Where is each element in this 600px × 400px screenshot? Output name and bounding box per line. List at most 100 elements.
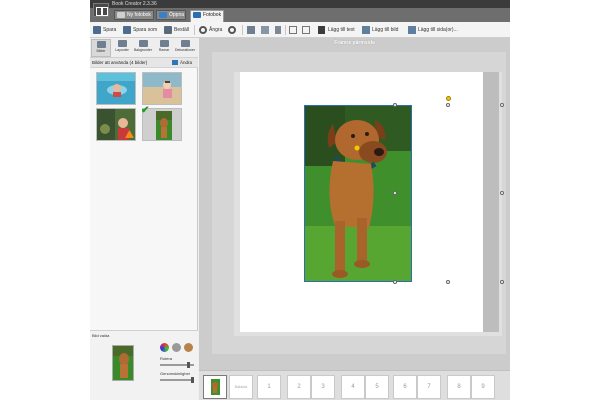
add-page-button[interactable]: Lägg till sida(or)... <box>408 25 458 35</box>
page-thumb-9[interactable]: 9 <box>471 375 495 399</box>
undo-icon <box>199 26 207 34</box>
fit-frame-button[interactable] <box>289 25 299 35</box>
color-filter-icon[interactable] <box>160 343 169 352</box>
save-as-icon <box>123 26 131 34</box>
front-page-preview <box>211 379 220 395</box>
selected-header: Bild valda <box>92 333 110 338</box>
back-page-label: Baksida <box>234 385 248 389</box>
page-thumb-3[interactable]: 3 <box>311 375 335 399</box>
window-title: Book Creator 2.3.36 <box>112 1 157 7</box>
page-thumb-7[interactable]: 7 <box>417 375 441 399</box>
image-thumbnail-beach[interactable] <box>142 72 182 105</box>
page-thumb-1[interactable]: 1 <box>257 375 281 399</box>
order-label: Beställ <box>174 27 190 33</box>
toolbar-divider <box>242 25 243 35</box>
folder-icon <box>159 12 167 18</box>
frame-icon <box>289 26 297 34</box>
page-number: 4 <box>351 384 355 390</box>
selected-image-panel: Bild valda Rotera Genomskinlighet <box>90 330 198 400</box>
copy-icon <box>261 26 269 34</box>
page-thumb-back[interactable]: Baksida <box>229 375 253 399</box>
fill-frame-button[interactable] <box>302 25 312 35</box>
add-text-button[interactable]: Lägg till text <box>318 25 355 35</box>
resize-handle-sw[interactable] <box>393 280 397 284</box>
text-icon <box>318 26 325 34</box>
check-icon: ✔ <box>141 105 150 116</box>
order-button[interactable]: Beställ <box>164 25 189 35</box>
add-text-label: Lägg till text <box>328 27 355 33</box>
page-edge <box>483 72 499 332</box>
change-button[interactable]: Ändra <box>171 58 192 67</box>
change-label: Ändra <box>179 60 192 65</box>
page-thumb-6[interactable]: 6 <box>393 375 417 399</box>
backgrounds-icon <box>138 40 148 47</box>
selected-image-preview <box>112 345 134 381</box>
tab-decorations[interactable]: Dekorationer <box>175 39 195 57</box>
page-number: 3 <box>321 384 325 390</box>
page-number: 5 <box>375 384 379 390</box>
resize-handle-w[interactable] <box>393 191 397 195</box>
top-tab-bar: Ny fotobok Öppna Fotobok <box>90 8 510 22</box>
images-header: Bilder att använda (4 bilder) Ändra <box>90 58 198 68</box>
trash-icon-button[interactable] <box>275 25 285 35</box>
layer-icon-button[interactable] <box>247 25 257 35</box>
open-button[interactable]: Öppna <box>156 10 186 20</box>
page-strip: Baksida 1 2 3 4 5 6 7 8 9 <box>199 370 510 400</box>
resize-handle-se[interactable] <box>500 280 504 284</box>
resize-handle-nw[interactable] <box>393 103 397 107</box>
image-thumbnail-pool[interactable] <box>96 72 136 105</box>
grayscale-icon[interactable] <box>172 343 181 352</box>
save-as-button[interactable]: Spara som <box>123 25 157 35</box>
tab-decorations-label: Dekorationer <box>175 48 196 52</box>
sepia-icon[interactable] <box>184 343 193 352</box>
save-label: Spara <box>103 27 117 33</box>
page-thumb-5[interactable]: 5 <box>365 375 389 399</box>
resize-handle-e[interactable] <box>500 191 504 195</box>
undo-button[interactable]: Ångra <box>199 25 222 35</box>
page-thumb-2[interactable]: 2 <box>287 375 311 399</box>
page-number: 6 <box>403 384 407 390</box>
book-creator-window: Book Creator 2.3.36 Ny fotobok Öppna Fot… <box>90 0 510 400</box>
transparency-slider[interactable] <box>160 379 194 381</box>
page-title: Främre pärmsida <box>334 40 375 46</box>
pool-photo <box>97 73 135 104</box>
tab-backgrounds[interactable]: Bakgrunder <box>133 39 153 57</box>
page-number: 9 <box>481 384 485 390</box>
tab-images[interactable]: Bilder <box>91 39 111 57</box>
page-thumb-4[interactable]: 4 <box>341 375 365 399</box>
page-thumb-8[interactable]: 8 <box>447 375 471 399</box>
rotate-slider-knob[interactable] <box>186 362 190 368</box>
transparency-slider-knob[interactable] <box>191 377 195 383</box>
folder-icon <box>171 60 178 65</box>
rotate-handle[interactable] <box>446 96 451 101</box>
save-button[interactable]: Spara <box>93 25 116 35</box>
page-number: 2 <box>297 384 301 390</box>
copy-icon-button[interactable] <box>261 25 271 35</box>
tab-photobook[interactable]: Fotobok <box>190 10 224 22</box>
frame-fill-icon <box>302 26 310 34</box>
redo-button[interactable] <box>228 25 238 35</box>
image-icon <box>362 26 370 34</box>
add-image-button[interactable]: Lägg till bild <box>362 25 398 35</box>
title-bar: Book Creator 2.3.36 <box>90 0 510 8</box>
new-book-button[interactable]: Ny fotobok <box>114 10 154 20</box>
add-image-label: Lägg till bild <box>372 27 399 33</box>
tab-photobook-label: Fotobok <box>203 12 222 18</box>
beach-photo <box>143 73 181 104</box>
resize-handle-n[interactable] <box>446 103 450 107</box>
images-header-label: Bilder att använda (4 bilder) <box>92 60 148 65</box>
page-thumb-front[interactable] <box>203 375 227 399</box>
toolbar-divider <box>285 25 286 35</box>
photobook-icon <box>193 12 201 18</box>
left-panel: Bilder Layouter Bakgrunder Ramar Dekorat… <box>90 38 198 400</box>
resize-handle-s[interactable] <box>446 280 450 284</box>
trash-icon <box>275 26 281 34</box>
layers-icon <box>247 26 255 34</box>
open-label: Öppna <box>169 12 185 18</box>
tab-frames[interactable]: Ramar <box>154 39 174 57</box>
resize-handle-ne[interactable] <box>500 103 504 107</box>
save-icon <box>93 26 101 34</box>
transparency-label: Genomskinlighet <box>160 371 190 376</box>
page-number: 7 <box>427 384 431 390</box>
tab-layouts[interactable]: Layouter <box>112 39 132 57</box>
